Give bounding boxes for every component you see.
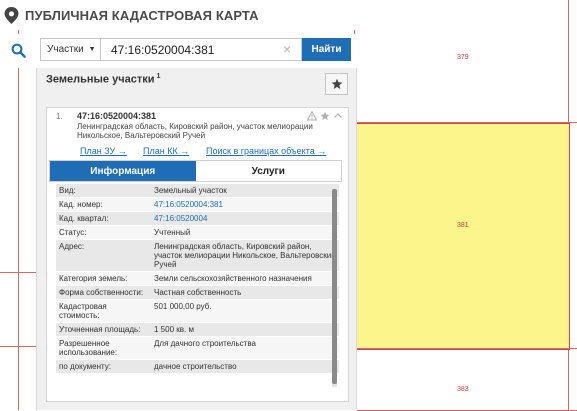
- row-label: Форма собственности:: [59, 288, 144, 297]
- parcel-label: 379: [457, 54, 469, 61]
- star-icon[interactable]: [319, 110, 330, 121]
- app-title: ПУБЛИЧНАЯ КАДАСТРОВАЯ КАРТА: [25, 7, 259, 23]
- table-row: Статус: Учтенный: [56, 226, 339, 240]
- table-row: Адрес: Ленинградская область, Кировский р…: [56, 240, 339, 272]
- row-label: по документу:: [59, 362, 111, 371]
- table-row: Кадастровая стоимость: 501 000,00 руб.: [56, 300, 339, 323]
- card-toolbar: [306, 110, 343, 121]
- result-cad-number[interactable]: 47:16:0520004:381: [77, 111, 156, 121]
- parcel-label: 381: [457, 222, 469, 229]
- parcel-boundary: [355, 348, 577, 349]
- parcel-label: 383: [457, 386, 469, 393]
- table-row: Разрешенное использование: Для дачного ст…: [56, 337, 339, 360]
- plan-kk-link[interactable]: План КК →: [143, 146, 206, 156]
- scrollbar-thumb[interactable]: [332, 189, 337, 384]
- row-label: Разрешенное использование:: [59, 339, 118, 357]
- row-label: Статус:: [59, 228, 87, 237]
- app-header: ПУБЛИЧНАЯ КАДАСТРОВАЯ КАРТА: [0, 0, 357, 30]
- info-table: Вид: Земельный участок Кад. номер: 47:16:0…: [56, 184, 339, 390]
- row-value: Для дачного строительства: [154, 339, 256, 348]
- search-bar: Участки ▼ × Найти: [0, 34, 357, 68]
- row-label: Уточненная площадь:: [59, 325, 141, 334]
- panel-title: Земельные участки 1: [46, 73, 160, 86]
- search-in-bounds-link[interactable]: Поиск в границах объекта →: [206, 146, 326, 156]
- chevron-up-icon[interactable]: [332, 110, 343, 121]
- result-address: Ленинградская область, Кировский район, …: [77, 122, 313, 140]
- favorites-button[interactable]: [325, 73, 348, 95]
- table-row: Уточненная площадь: 1 500 кв. м: [56, 323, 339, 337]
- row-label: Категория земель:: [59, 274, 128, 283]
- table-row: Категория земель: Земли сельскохозяйствен…: [56, 272, 339, 286]
- chevron-down-icon: ▼: [88, 46, 96, 53]
- search-input[interactable]: [100, 38, 302, 61]
- row-value: 1 500 кв. м: [154, 325, 194, 334]
- row-value: Земельный участок: [154, 186, 227, 195]
- plan-zu-link[interactable]: План ЗУ →: [80, 146, 143, 156]
- table-row: Кад. номер: 47:16:0520004:381: [56, 198, 339, 212]
- row-label: Вид:: [59, 186, 76, 195]
- row-value: Учтенный: [154, 228, 191, 237]
- row-label: Кад. квартал:: [59, 214, 109, 223]
- search-type-label: Участки: [47, 44, 84, 55]
- panel-title-text: Земельные участки: [46, 73, 155, 86]
- selected-parcel[interactable]: [355, 123, 570, 350]
- row-value: Ленинградская область, Кировский район, …: [154, 242, 336, 269]
- row-value: дачное строительство: [154, 362, 237, 371]
- row-value[interactable]: 47:16:0520004:381: [151, 198, 339, 211]
- table-row: Форма собственности: Частная собственност…: [56, 286, 339, 300]
- result-count: 1: [156, 73, 161, 80]
- tab-services[interactable]: Услуги: [195, 161, 341, 181]
- row-label: Кадастровая стоимость:: [59, 302, 107, 320]
- row-value[interactable]: 47:16:0520004: [151, 212, 339, 225]
- result-index: 1.: [56, 112, 63, 121]
- find-button[interactable]: Найти: [302, 38, 351, 61]
- row-label: Адрес:: [59, 242, 85, 251]
- row-label: Кад. номер:: [59, 200, 103, 209]
- table-row: по документу: дачное строительство: [56, 360, 339, 374]
- result-links: План ЗУ → План КК → Поиск в границах объ…: [80, 146, 326, 156]
- row-value: Земли сельскохозяйственного назначения: [154, 274, 312, 283]
- table-row: Вид: Земельный участок: [56, 184, 339, 198]
- logo-icon: [2, 6, 20, 24]
- parcel-boundary: [0, 346, 36, 347]
- results-panel: Земельные участки 1 1. 47:16:0520004:381 …: [36, 68, 357, 410]
- result-tabs: Информация Услуги: [49, 160, 342, 182]
- row-value: Частная собственность: [154, 288, 242, 297]
- search-type-select[interactable]: Участки ▼: [40, 38, 100, 61]
- row-value: 501 000,00 руб.: [154, 302, 212, 311]
- tab-info[interactable]: Информация: [50, 161, 196, 181]
- result-card: 1. 47:16:0520004:381 Ленинградская облас…: [46, 107, 349, 402]
- search-icon[interactable]: [7, 39, 29, 61]
- star-icon: [331, 78, 342, 89]
- warning-icon[interactable]: [306, 110, 317, 121]
- parcel-boundary: [0, 272, 36, 273]
- parcel-boundary: [355, 122, 577, 123]
- info-scrollbar[interactable]: [332, 189, 337, 387]
- table-row: Кад. квартал: 47:16:0520004: [56, 212, 339, 226]
- close-icon[interactable]: ×: [283, 41, 291, 57]
